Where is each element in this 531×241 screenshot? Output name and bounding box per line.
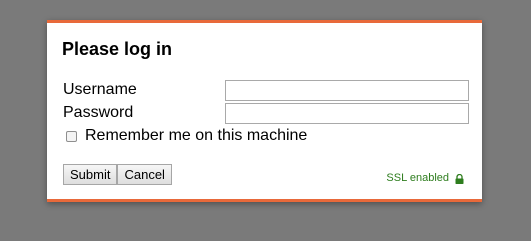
password-label: Password bbox=[63, 104, 134, 121]
username-label: Username bbox=[63, 81, 137, 98]
submit-button[interactable]: Submit bbox=[63, 164, 118, 185]
remember-me-checkbox[interactable] bbox=[66, 130, 77, 142]
button-group: Submit Cancel bbox=[63, 164, 172, 185]
lock-icon bbox=[455, 173, 464, 184]
cancel-button[interactable]: Cancel bbox=[117, 164, 172, 185]
remember-me-row[interactable]: Remember me on this machine bbox=[66, 126, 307, 146]
username-input[interactable] bbox=[225, 80, 469, 101]
dialog-title: Please log in bbox=[62, 39, 173, 59]
login-dialog: Please log in Username Password Remember… bbox=[47, 20, 482, 202]
ssl-status: SSL enabled bbox=[386, 172, 464, 185]
password-input[interactable] bbox=[225, 103, 469, 124]
remember-me-label[interactable]: Remember me on this machine bbox=[85, 126, 307, 146]
ssl-status-text: SSL enabled bbox=[386, 172, 449, 184]
